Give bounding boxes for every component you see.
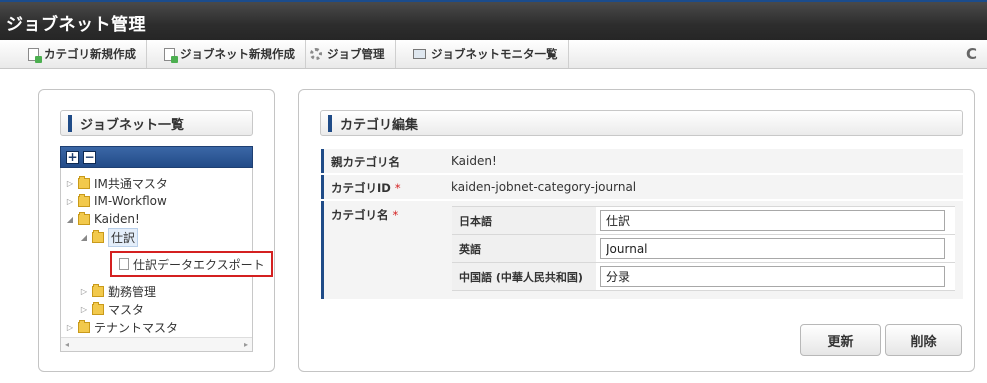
localized-names-table: 日本語 英語 中国語 (中華人民共和国) <box>452 206 955 291</box>
jobnet-list-header: ジョブネット一覧 <box>60 110 253 136</box>
delete-button[interactable]: 削除 <box>885 324 962 356</box>
header-accent-bar <box>328 114 332 132</box>
category-name-label-text: カテゴリ名 <box>331 208 389 222</box>
input-cell <box>596 207 955 234</box>
job-management-label: ジョブ管理 <box>327 47 385 61</box>
category-id-row: カテゴリID * kaiden-jobnet-category-journal <box>321 175 963 199</box>
tree-node-master[interactable]: ▷ マスタ <box>79 301 144 317</box>
name-row-zh: 中国語 (中華人民共和国) <box>452 263 955 291</box>
expand-toggle-icon[interactable]: ▷ <box>79 305 89 314</box>
input-cell <box>596 235 955 262</box>
gear-icon <box>310 48 322 60</box>
new-category-button[interactable]: カテゴリ新規作成 <box>18 40 147 68</box>
collapse-toggle-icon[interactable]: ◢ <box>79 233 89 242</box>
new-jobnet-button[interactable]: ジョブネット新規作成 <box>154 40 306 68</box>
page-title: ジョブネット管理 <box>6 15 146 35</box>
category-id-label-text: カテゴリID <box>331 181 391 195</box>
collapse-all-button[interactable]: − <box>83 150 96 164</box>
jobnet-monitor-list-label: ジョブネットモニタ一覧 <box>431 47 558 61</box>
toolbar: カテゴリ新規作成 ジョブネット新規作成 ジョブ管理 ジョブネットモニタ一覧 C <box>0 40 987 69</box>
name-row-en: 英語 <box>452 235 955 263</box>
tree-node-label: 仕訳 <box>108 227 139 247</box>
required-mark: * <box>392 208 399 222</box>
folder-icon <box>92 301 104 315</box>
new-jobnet-label: ジョブネット新規作成 <box>180 47 295 61</box>
tree-node-label: IM-Workflow <box>94 194 167 208</box>
tree-node-im-common-master[interactable]: ▷ IM共通マスタ <box>65 175 168 191</box>
tree-node-journal-data-export[interactable]: 仕訳データエクスポート <box>110 251 273 277</box>
expand-toggle-icon[interactable]: ▷ <box>65 197 75 206</box>
category-edit-header: カテゴリ編集 <box>320 110 963 136</box>
tree-node-label: IM共通マスタ <box>94 176 168 191</box>
tree-node-label: 勤務管理 <box>108 284 157 299</box>
parent-category-label: 親カテゴリ名 <box>321 149 441 173</box>
scroll-right-icon[interactable]: ▸ <box>244 340 248 349</box>
category-edit-panel: カテゴリ編集 親カテゴリ名 Kaiden! カテゴリID * kaiden-jo… <box>298 89 975 372</box>
tree-node-attendance[interactable]: ▷ 勤務管理 <box>79 283 156 299</box>
expand-toggle-icon[interactable]: ▷ <box>65 179 75 188</box>
job-management-button[interactable]: ジョブ管理 <box>300 40 396 68</box>
folder-icon <box>78 175 90 189</box>
monitor-icon <box>413 49 426 59</box>
tree-toolbar: + − <box>60 146 253 168</box>
file-icon <box>119 258 129 270</box>
language-label: 日本語 <box>452 207 596 234</box>
expand-toggle-icon[interactable]: ▷ <box>65 323 75 332</box>
category-name-label: カテゴリ名 * <box>321 201 441 299</box>
jobnet-list-title: ジョブネット一覧 <box>80 117 185 133</box>
tree-node-journal[interactable]: ◢ 仕訳 <box>79 227 139 247</box>
folder-icon <box>92 229 104 243</box>
language-label: 英語 <box>452 235 596 262</box>
app-title-bar: ジョブネット管理 <box>0 0 987 40</box>
tree-node-label: マスタ <box>108 302 145 317</box>
folder-icon <box>78 193 90 207</box>
tree-node-kaiden[interactable]: ◢ Kaiden! <box>65 211 140 227</box>
name-ja-input[interactable] <box>600 210 945 231</box>
tree-node-tenant-master[interactable]: ▷ テナントマスタ <box>65 319 178 335</box>
name-en-input[interactable] <box>600 238 945 259</box>
name-zh-input[interactable] <box>600 266 945 287</box>
language-label: 中国語 (中華人民共和国) <box>452 263 596 290</box>
collapse-toggle-icon[interactable]: ◢ <box>65 215 75 224</box>
new-document-icon <box>28 47 42 63</box>
tree-node-inner: 仕訳データエクスポート <box>119 256 265 272</box>
jobnet-list-panel: ジョブネット一覧 + − ▷ IM共通マスタ ▷ IM-Workflow ◢ K… <box>38 89 275 372</box>
refresh-icon[interactable]: C <box>966 45 977 63</box>
parent-category-label-text: 親カテゴリ名 <box>331 155 400 169</box>
new-category-label: カテゴリ新規作成 <box>44 47 136 61</box>
parent-category-row: 親カテゴリ名 Kaiden! <box>321 149 963 173</box>
tree-node-label: 仕訳データエクスポート <box>133 257 265 272</box>
new-document-icon <box>164 47 178 63</box>
tree-node-label: テナントマスタ <box>94 320 179 335</box>
category-edit-title: カテゴリ編集 <box>340 117 419 133</box>
tree-node-im-workflow[interactable]: ▷ IM-Workflow <box>65 193 167 209</box>
folder-icon <box>92 283 104 297</box>
name-row-ja: 日本語 <box>452 206 955 235</box>
folder-icon <box>78 211 90 225</box>
tree-node-label: Kaiden! <box>94 212 140 226</box>
parent-category-value: Kaiden! <box>441 149 963 173</box>
update-button[interactable]: 更新 <box>800 324 881 356</box>
expand-all-button[interactable]: + <box>66 150 79 164</box>
horizontal-scrollbar[interactable]: ◂ ▸ <box>61 337 252 351</box>
expand-toggle-icon[interactable]: ▷ <box>79 287 89 296</box>
required-mark: * <box>394 181 401 195</box>
header-accent-bar <box>68 114 72 132</box>
jobnet-monitor-list-button[interactable]: ジョブネットモニタ一覧 <box>403 40 569 68</box>
category-id-value: kaiden-jobnet-category-journal <box>441 175 963 199</box>
input-cell <box>596 263 955 290</box>
category-id-label: カテゴリID * <box>321 175 441 199</box>
folder-icon <box>78 319 90 333</box>
scroll-left-icon[interactable]: ◂ <box>65 340 69 349</box>
